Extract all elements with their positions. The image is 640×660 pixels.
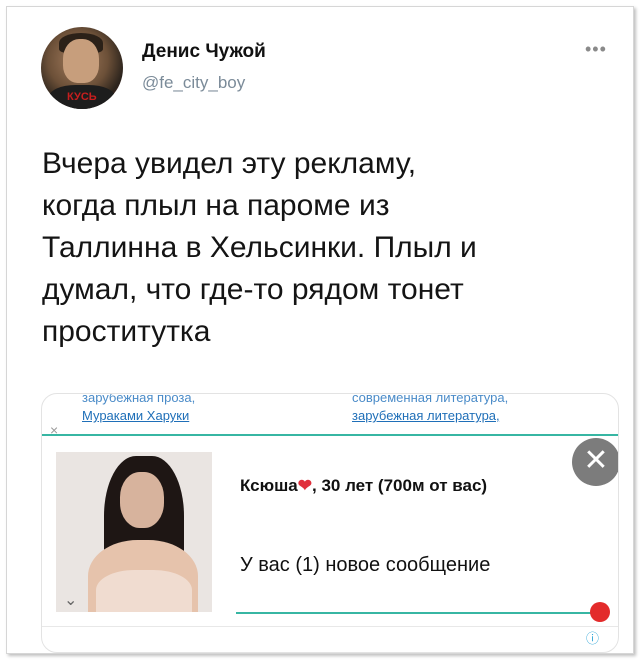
photo-top (96, 570, 192, 612)
book-link[interactable]: зарубежная литература, (352, 408, 500, 423)
notification-badge (590, 602, 610, 622)
ad-message[interactable]: У вас (1) новое сообщение (240, 554, 490, 577)
ad-accent-line (236, 612, 606, 614)
tweet-line: думал, что где-то рядом тонет (42, 273, 464, 306)
ad-title[interactable]: Ксюша❤, 30 лет (700м от вас) (240, 476, 487, 496)
tweet-line: Вчера увидел эту рекламу, (42, 147, 417, 180)
book-tag: современная литература, (352, 393, 509, 405)
avatar-shirt-text: КУСЬ (67, 91, 97, 103)
avatar-face (63, 39, 99, 83)
tweet-line: Таллинна в Хельсинки. Плыл и (42, 231, 477, 264)
ad-accent-line (42, 434, 618, 436)
author-handle[interactable]: @fe_city_boy (142, 73, 245, 93)
author-avatar[interactable]: КУСЬ (41, 27, 123, 109)
tweet-text: Вчера увидел эту рекламу, когда плыл на … (42, 143, 622, 353)
tweet-line: проститутка (42, 315, 211, 348)
book-link[interactable]: Мураками Харуки (82, 408, 189, 423)
book-tag: зарубежная проза, (82, 393, 196, 405)
author-name[interactable]: Денис Чужой (142, 41, 266, 63)
tweet-line: когда плыл на пароме из (42, 189, 390, 222)
info-icon[interactable]: ⓘ (586, 628, 599, 647)
photo-face (120, 472, 164, 528)
chevron-down-icon[interactable]: ⌄ (64, 590, 77, 610)
ad-divider (42, 626, 618, 627)
ad-title-name: Ксюша (240, 476, 298, 495)
heart-icon: ❤ (297, 476, 312, 495)
more-options-icon[interactable]: ••• (585, 39, 607, 60)
ad-photo[interactable] (56, 452, 212, 612)
ad-title-details: , 30 лет (700м от вас) (312, 476, 488, 495)
screenshot-frame: КУСЬ Денис Чужой @fe_city_boy ••• Вчера … (6, 6, 634, 654)
ad-banner[interactable]: зарубежная проза, Мураками Харуки соврем… (41, 393, 619, 653)
ad-close-icon[interactable]: ✕ (572, 438, 618, 486)
